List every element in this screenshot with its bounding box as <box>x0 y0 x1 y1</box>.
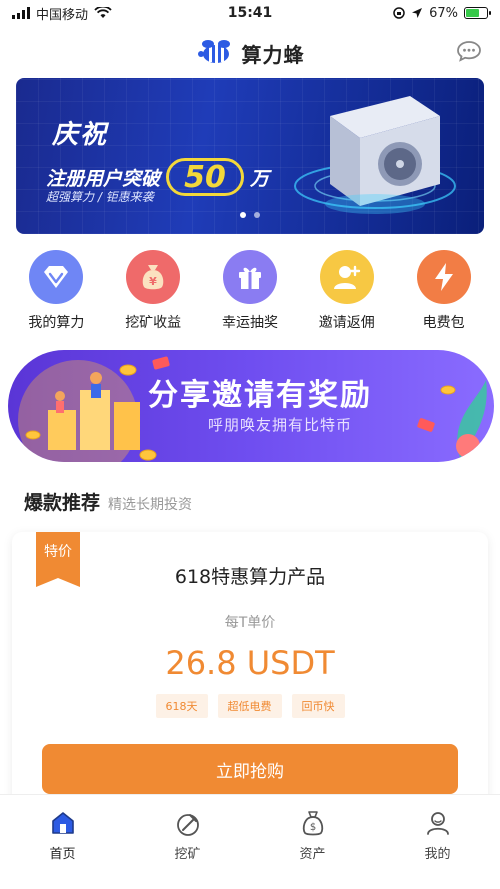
product-tag: 618天 <box>155 694 208 718</box>
tab-profile[interactable]: 我的 <box>393 809 483 889</box>
money-bag-icon: ¥ <box>126 250 181 304</box>
promo-banner[interactable]: 庆祝 注册用户突破 50 万 超强算力 / 钜惠来袭 <box>16 78 484 234</box>
banner-highlight-number: 50 <box>166 158 245 196</box>
tab-mining[interactable]: 挖矿 <box>143 809 233 889</box>
menu-label: 挖矿收益 <box>125 315 182 331</box>
tab-home[interactable]: 首页 <box>18 809 108 889</box>
banner-dot-1[interactable] <box>240 212 246 218</box>
status-right: 67% <box>393 5 491 21</box>
menu-label: 幸运抽奖 <box>221 315 278 331</box>
menu-label: 电费包 <box>422 315 465 331</box>
tab-assets[interactable]: $ 资产 <box>268 809 358 889</box>
buy-now-button[interactable]: 立即抢购 <box>42 744 458 794</box>
tab-label: 我的 <box>424 847 451 862</box>
lightning-icon <box>416 250 471 304</box>
carrier-label: 中国移动 <box>36 7 89 23</box>
menu-label: 邀请返佣 <box>318 315 375 331</box>
menu-electricity-package[interactable]: 电费包 <box>399 250 489 336</box>
signal-icon <box>12 7 30 19</box>
tab-label: 首页 <box>49 847 76 862</box>
product-price: 26.8 USDT <box>165 644 335 682</box>
banner-headline-prefix: 注册用户突破 <box>46 167 161 190</box>
invite-title: 分享邀请有奖励 <box>148 378 372 413</box>
section-header: 爆款推荐 精选长期投资 <box>24 488 192 515</box>
banner-headline-suffix: 万 <box>250 167 270 190</box>
invite-banner[interactable]: 分享邀请有奖励 呼朋唤友拥有比特币 <box>8 350 494 462</box>
status-bar: 中国移动 15:41 67% <box>0 0 500 26</box>
battery-percent: 67% <box>429 5 458 21</box>
product-tags: 618天 超低电费 回币快 <box>12 694 488 718</box>
bee-logo-icon <box>197 40 230 63</box>
gift-icon <box>222 250 277 304</box>
home-icon <box>51 812 74 834</box>
app-title: 算力蜂 <box>241 42 305 67</box>
orientation-lock-icon <box>393 7 405 19</box>
product-tag: 超低电费 <box>217 694 282 718</box>
mining-machine-icon <box>294 96 456 214</box>
pickaxe-icon <box>176 814 199 836</box>
section-subtitle: 精选长期投资 <box>108 497 193 513</box>
banner-pagination <box>16 212 484 218</box>
location-icon <box>412 8 423 18</box>
menu-mining-income[interactable]: ¥ 挖矿收益 <box>108 250 198 336</box>
clock: 15:41 <box>227 5 273 21</box>
unit-price-label: 每T单价 <box>224 615 276 631</box>
svg-text:$: $ <box>309 822 315 833</box>
app-logo: 算力蜂 <box>196 38 305 68</box>
app-header: 算力蜂 <box>0 30 500 76</box>
menu-lucky-draw[interactable]: 幸运抽奖 <box>205 250 295 336</box>
section-title: 爆款推荐 <box>24 492 101 514</box>
banner-subtitle: 超强算力 / 钜惠来袭 <box>46 190 154 204</box>
message-icon[interactable] <box>456 40 482 62</box>
bottom-tab-bar: 首页 挖矿 $ 资产 我的 <box>0 794 500 889</box>
menu-invite-rebate[interactable]: 邀请返佣 <box>302 250 392 336</box>
banner-dot-2[interactable] <box>254 212 260 218</box>
product-card[interactable]: 特价 618特惠算力产品 每T单价 26.8 USDT 618天 超低电费 回币… <box>12 532 488 812</box>
invite-subtitle: 呼朋唤友拥有比特币 <box>208 416 353 434</box>
profile-icon <box>426 812 449 835</box>
tab-label: 挖矿 <box>174 847 201 862</box>
battery-icon <box>464 7 491 19</box>
tab-label: 资产 <box>299 847 326 862</box>
svg-text:¥: ¥ <box>149 275 157 288</box>
product-title: 618特惠算力产品 <box>174 566 326 588</box>
menu-label: 我的算力 <box>28 315 85 331</box>
product-tag: 回币快 <box>291 694 345 718</box>
user-add-icon <box>319 250 374 304</box>
status-left: 中国移动 <box>12 4 112 23</box>
wifi-icon <box>94 7 112 18</box>
diamond-icon <box>29 250 84 304</box>
quick-menu: 我的算力 ¥ 挖矿收益 幸运抽奖 邀请返佣 电费包 <box>0 250 500 336</box>
banner-title: 庆祝 <box>52 120 109 150</box>
menu-my-hashrate[interactable]: 我的算力 <box>11 250 101 336</box>
money-bag-icon: $ <box>302 811 323 836</box>
